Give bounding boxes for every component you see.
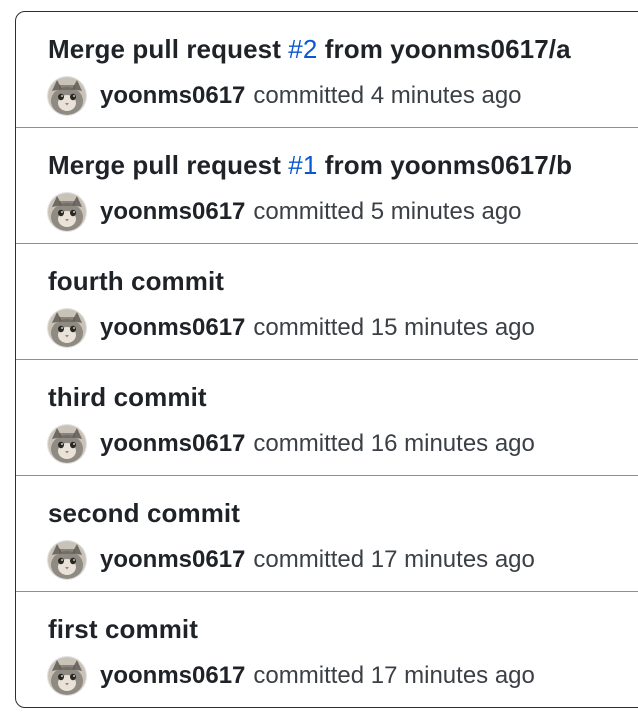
author-link[interactable]: yoonms0617 <box>100 314 245 342</box>
commit-row: first commit yoonms0617 committed 17 min… <box>16 592 638 707</box>
commit-message-link[interactable]: from yoonms0617/b <box>317 150 572 180</box>
author-link[interactable]: yoonms0617 <box>100 546 245 574</box>
committed-time: committed 17 minutes ago <box>253 662 535 689</box>
commit-meta: yoonms0617 committed 15 minutes ago <box>48 308 535 348</box>
commit-message-link[interactable]: from yoonms0617/a <box>317 34 571 64</box>
avatar[interactable] <box>48 193 86 231</box>
avatar[interactable] <box>48 77 86 115</box>
commit-row: Merge pull request #1 from yoonms0617/b <box>16 128 638 244</box>
commit-meta: yoonms0617 committed 17 minutes ago <box>48 656 535 696</box>
commit-title: Merge pull request #2 from yoonms0617/a <box>48 34 571 65</box>
commit-meta: yoonms0617 committed 17 minutes ago <box>48 540 535 580</box>
cat-avatar-icon <box>48 657 86 695</box>
commit-meta: yoonms0617 committed 5 minutes ago <box>48 192 522 232</box>
commit-title: second commit <box>48 498 240 529</box>
commit-row: Merge pull request #2 from yoonms0617/a <box>16 12 638 128</box>
avatar[interactable] <box>48 309 86 347</box>
cat-avatar-icon <box>48 193 86 231</box>
commit-message-link[interactable]: fourth commit <box>48 266 224 296</box>
commit-list: Merge pull request #2 from yoonms0617/a <box>15 11 638 708</box>
cat-avatar-icon <box>48 425 86 463</box>
commit-row: second commit yoonms0617 committed 17 mi… <box>16 476 638 592</box>
author-link[interactable]: yoonms0617 <box>100 662 245 690</box>
author-link[interactable]: yoonms0617 <box>100 198 245 226</box>
pull-request-link[interactable]: #1 <box>288 150 317 180</box>
committed-time: committed 4 minutes ago <box>253 82 522 109</box>
committed-time: committed 17 minutes ago <box>253 546 535 573</box>
author-link[interactable]: yoonms0617 <box>100 430 245 458</box>
pull-request-link[interactable]: #2 <box>288 34 317 64</box>
commit-title: third commit <box>48 382 207 413</box>
commit-meta: yoonms0617 committed 4 minutes ago <box>48 76 522 116</box>
commit-message-link[interactable]: Merge pull request <box>48 150 288 180</box>
committed-time: committed 15 minutes ago <box>253 314 535 341</box>
commit-message-link[interactable]: Merge pull request <box>48 34 288 64</box>
commit-message-link[interactable]: second commit <box>48 498 240 528</box>
commit-meta: yoonms0617 committed 16 minutes ago <box>48 424 535 464</box>
commit-message-link[interactable]: third commit <box>48 382 207 412</box>
avatar[interactable] <box>48 541 86 579</box>
committed-time: committed 5 minutes ago <box>253 198 522 225</box>
commit-title: fourth commit <box>48 266 224 297</box>
avatar[interactable] <box>48 425 86 463</box>
committed-time: committed 16 minutes ago <box>253 430 535 457</box>
commit-message-link[interactable]: first commit <box>48 614 198 644</box>
commit-title: first commit <box>48 614 198 645</box>
author-link[interactable]: yoonms0617 <box>100 82 245 110</box>
commit-row: fourth commit yoonms0617 committed 15 mi… <box>16 244 638 360</box>
commit-title: Merge pull request #1 from yoonms0617/b <box>48 150 572 181</box>
avatar[interactable] <box>48 657 86 695</box>
cat-avatar-icon <box>48 541 86 579</box>
cat-avatar-icon <box>48 77 86 115</box>
cat-avatar-icon <box>48 309 86 347</box>
commit-row: third commit yoonms0617 committed 16 min… <box>16 360 638 476</box>
